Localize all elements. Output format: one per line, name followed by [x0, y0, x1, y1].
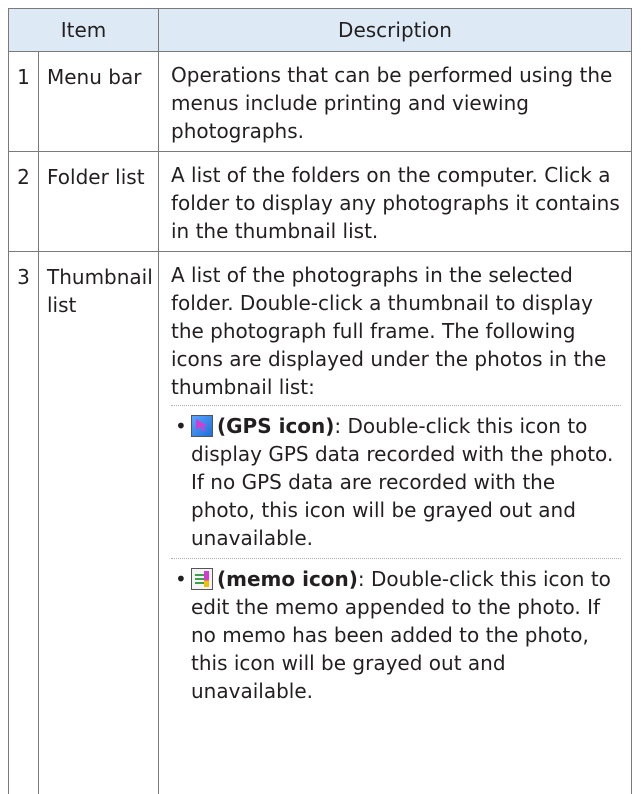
table-row: 2 Folder list A list of the folders on t… [9, 152, 632, 252]
row-description: A list of the photographs in the selecte… [171, 252, 621, 401]
bullet-term: (GPS icon) [217, 414, 334, 438]
row-description: Operations that can be performed using t… [171, 52, 621, 145]
header-item: Item [9, 9, 159, 52]
row-item: Menu bar [47, 52, 150, 91]
row-number: 3 [9, 252, 38, 291]
row-number: 1 [9, 52, 38, 91]
list-item: (memo icon): Double-click this icon to e… [171, 558, 621, 705]
table-row: 3 Thumbnail list A list of the photograp… [9, 252, 632, 794]
bullet-term: (memo icon) [217, 567, 358, 591]
memo-icon [191, 568, 213, 590]
list-item: (GPS icon): Double-click this icon to di… [171, 405, 621, 558]
item-description-table: Item Description 1 Menu bar Operations t… [8, 8, 632, 794]
row-number: 2 [9, 152, 38, 191]
row-description: A list of the folders on the computer. C… [171, 152, 621, 245]
table-row: 1 Menu bar Operations that can be perfor… [9, 52, 632, 152]
gps-icon [191, 415, 213, 437]
row-item: Folder list [47, 152, 150, 191]
icon-bullet-list: (GPS icon): Double-click this icon to di… [171, 405, 621, 705]
row-item: Thumbnail list [47, 252, 150, 319]
table-header: Item Description [9, 9, 632, 52]
header-description: Description [159, 9, 632, 52]
